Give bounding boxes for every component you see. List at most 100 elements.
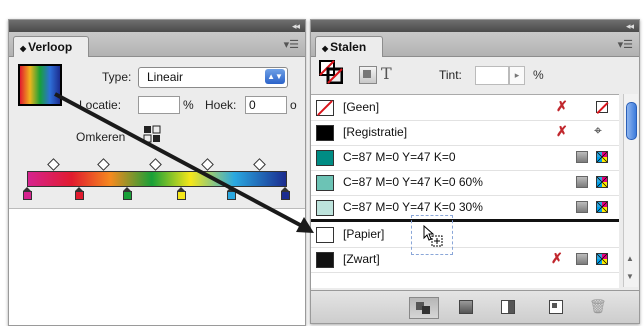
swatch-name: C=87 M=0 Y=47 K=0 (343, 150, 456, 164)
registration-icon: ⌖ (594, 122, 602, 138)
type-select-value: Lineair (147, 70, 184, 84)
new-swatch-button[interactable] (549, 300, 563, 314)
color-stop[interactable] (123, 187, 132, 201)
hoek-input-value: 0 (249, 98, 256, 112)
swatch-chip (316, 252, 334, 268)
swatch-row[interactable]: C=87 M=0 Y=47 K=0 30% (311, 195, 619, 221)
swatch-chip (316, 200, 334, 216)
color-stop-swatch (123, 191, 132, 200)
locatie-percent: % (183, 98, 194, 112)
color-stop-swatch (281, 191, 290, 200)
swatch-row[interactable]: C=87 M=0 Y=47 K=0 (311, 145, 619, 171)
swatch-row[interactable]: C=87 M=0 Y=47 K=0 60% (311, 170, 619, 196)
midpoint-diamond[interactable] (47, 158, 60, 171)
non-editable-icon: ✗ (551, 250, 563, 266)
select-stepper-icon: ▲▼ (265, 69, 285, 84)
swatch-row[interactable]: [Zwart] ✗ (311, 247, 619, 273)
collapse-icon[interactable]: ◂◂ (292, 20, 300, 32)
color-stop[interactable] (281, 187, 290, 201)
panel-bottom-bar: 🗑 (311, 290, 639, 323)
tint-arrow-icon[interactable]: ▸ (509, 66, 525, 85)
tab-stalen-label: Stalen (330, 40, 367, 54)
process-color-icon (576, 201, 588, 213)
tab-row: ◆ Verloop ▾☰ (9, 32, 305, 57)
locatie-input[interactable] (138, 96, 180, 114)
omkeren-label: Omkeren (76, 130, 126, 144)
color-stop-swatch (227, 191, 236, 200)
swatch-list: [Geen] ✗ [Registratie] ✗ ⌖ C=87 M=0 Y=47… (311, 94, 619, 288)
swatch-chip (316, 227, 334, 243)
gradient-ramp[interactable] (27, 171, 287, 187)
gradient-preview-swatch (18, 64, 62, 106)
collapse-icon[interactable]: ◂◂ (626, 20, 634, 32)
cmyk-mode-icon (596, 151, 608, 163)
hoek-input[interactable]: 0 (245, 96, 287, 114)
process-color-icon (576, 176, 588, 188)
swatch-chip (316, 100, 334, 116)
panel-title-strip[interactable]: ◂◂ (311, 20, 639, 32)
stalen-panel: ◂◂ ◆ Stalen ▾☰ T Tint: ▸ % [Geen] ✗ [Regi… (310, 19, 640, 324)
process-color-icon (576, 253, 588, 265)
swatch-name: [Geen] (343, 100, 380, 114)
non-editable-icon: ✗ (556, 123, 568, 139)
swatch-name: [Registratie] (343, 125, 408, 139)
format-text-icon[interactable]: T (381, 64, 392, 83)
show-color-swatches-button[interactable] (459, 300, 473, 314)
swatch-chip (316, 175, 334, 191)
tab-arrows-icon: ◆ (322, 44, 329, 53)
tab-arrows-icon: ◆ (20, 44, 27, 53)
type-label: Type: (102, 70, 132, 84)
swatch-name: [Papier] (343, 227, 385, 241)
reverse-gradient-icon[interactable] (143, 125, 161, 143)
tint-label: Tint: (439, 68, 462, 82)
swatch-name: C=87 M=0 Y=47 K=0 30% (343, 200, 483, 214)
format-container-icon[interactable] (359, 66, 377, 84)
scroll-up-arrow-icon[interactable]: ▲ (626, 254, 634, 263)
tab-row: ◆ Stalen ▾☰ (311, 32, 639, 57)
process-color-icon (576, 151, 588, 163)
show-gradient-swatches-button[interactable] (501, 300, 515, 314)
scrollbar[interactable]: ▲ ▼ (623, 94, 638, 287)
tab-stalen[interactable]: ◆ Stalen (315, 36, 384, 57)
midpoint-diamond[interactable] (201, 158, 214, 171)
tint-percent: % (533, 68, 544, 82)
color-stop-swatch (75, 191, 84, 200)
panel-menu-icon[interactable]: ▾☰ (618, 38, 633, 51)
cmyk-mode-icon (596, 201, 608, 213)
fill-stroke-icon[interactable] (319, 60, 343, 84)
swatch-row[interactable]: [Geen] ✗ (311, 95, 619, 121)
midpoint-diamond[interactable] (97, 158, 110, 171)
color-stop[interactable] (227, 187, 236, 201)
type-select[interactable]: Lineair ▲▼ (138, 67, 288, 88)
cmyk-mode-icon (596, 176, 608, 188)
scroll-down-arrow-icon[interactable]: ▼ (626, 272, 634, 281)
verloop-panel: ◂◂ ◆ Verloop ▾☰ Type: Lineair ▲▼ Locatie:… (8, 19, 306, 326)
swatch-chip (316, 150, 334, 166)
color-stop-swatch (177, 191, 186, 200)
swatch-name: C=87 M=0 Y=47 K=0 60% (343, 175, 483, 189)
swatch-row[interactable]: [Papier] (311, 222, 619, 248)
degree-sign: o (290, 98, 297, 112)
delete-swatch-icon[interactable]: 🗑 (589, 299, 607, 313)
non-editable-icon: ✗ (556, 98, 568, 114)
panel-menu-icon[interactable]: ▾☰ (284, 38, 299, 51)
color-stop[interactable] (23, 187, 32, 201)
show-all-swatches-button[interactable] (409, 297, 439, 319)
color-stop[interactable] (177, 187, 186, 201)
swatch-name: [Zwart] (343, 252, 380, 266)
cmyk-mode-icon (596, 253, 608, 265)
locatie-label: Locatie: (79, 98, 122, 112)
none-swatch-icon (596, 101, 608, 113)
color-stop-swatch (23, 191, 32, 200)
tint-input[interactable] (475, 66, 509, 85)
tab-verloop[interactable]: ◆ Verloop (13, 36, 90, 57)
midpoint-diamond[interactable] (253, 158, 266, 171)
scrollbar-thumb[interactable] (626, 102, 637, 140)
midpoint-diamond[interactable] (149, 158, 162, 171)
show-all-swatches-icon (416, 302, 430, 314)
tab-verloop-label: Verloop (28, 40, 73, 54)
swatch-row[interactable]: [Registratie] ✗ ⌖ (311, 120, 619, 146)
hoek-label: Hoek: (205, 98, 237, 112)
panel-title-strip[interactable]: ◂◂ (9, 20, 305, 32)
color-stop[interactable] (75, 187, 84, 201)
